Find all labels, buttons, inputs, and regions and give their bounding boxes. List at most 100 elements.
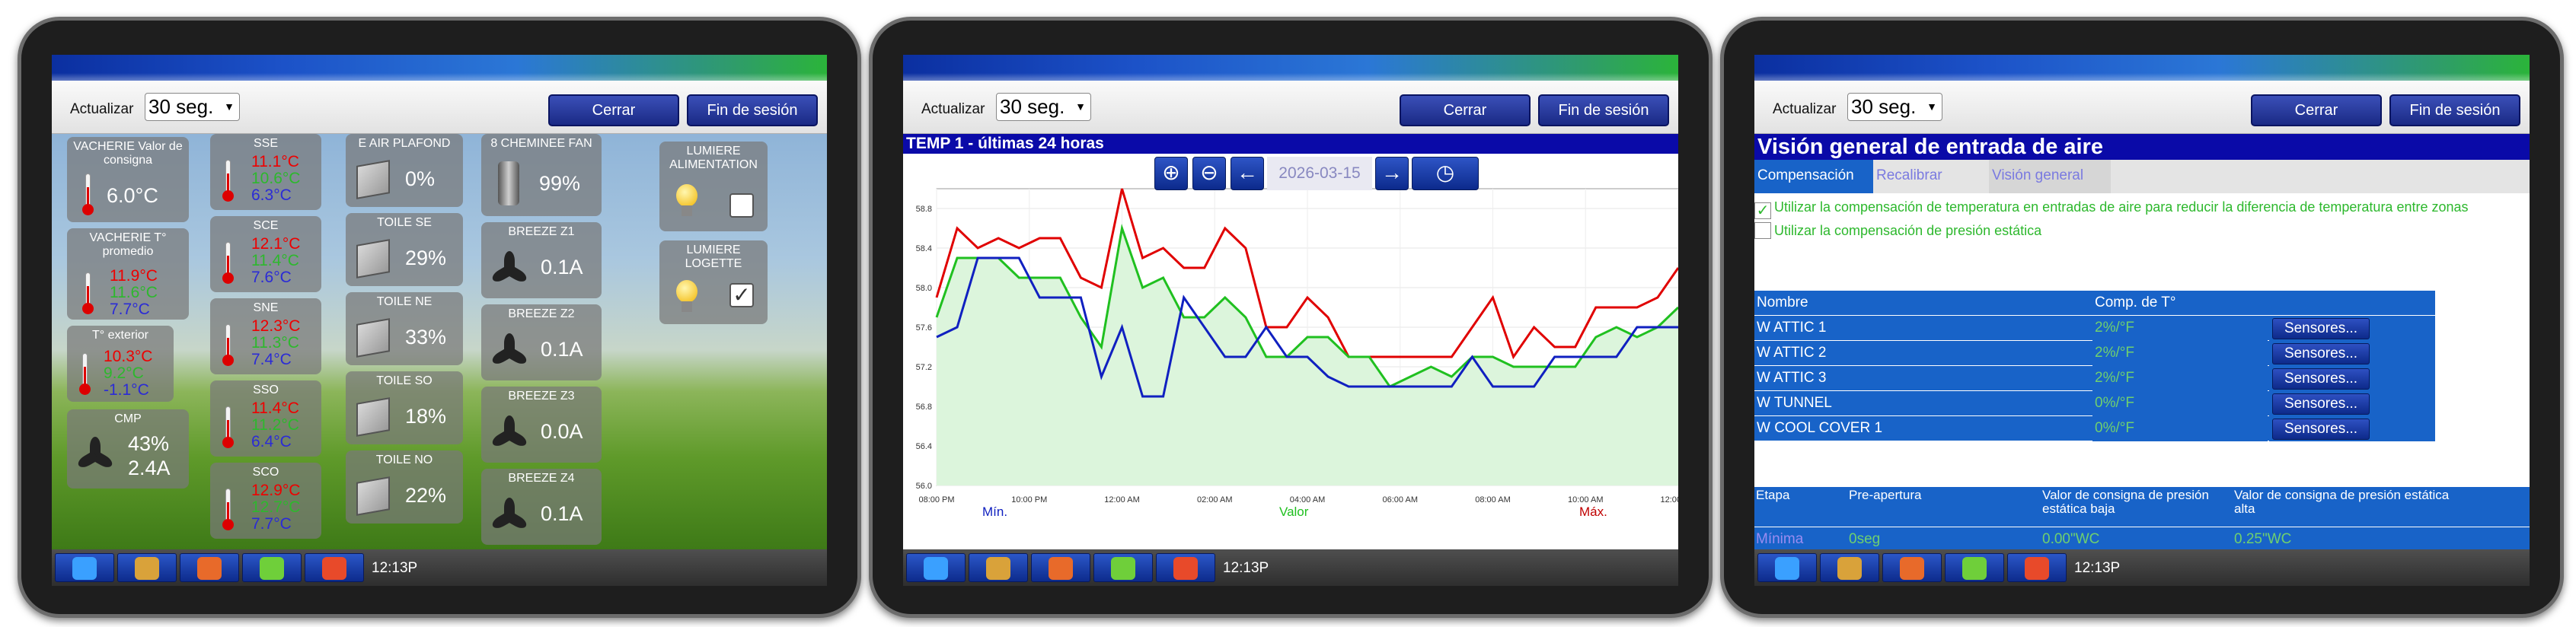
sensors-button[interactable]: Sensores... [2272,318,2370,339]
tile-chimney-fan[interactable]: 8 CHEMINEE FAN 99% [481,134,602,216]
low-pressure-setpoint: 0.00"WC [2042,531,2100,547]
sensors-button[interactable]: Sensores... [2272,343,2370,364]
sensors-button[interactable]: Sensores... [2272,393,2370,415]
max-temp: 10.3°C [104,348,153,365]
table-row: W ATTIC 2 2%/°F Sensores... [1754,341,2435,366]
stage-name[interactable]: Mínima [1756,527,1847,551]
taskbar-button-lifebuoy[interactable] [1031,553,1090,582]
tile-inlet-3[interactable]: TOILE SO 18% [346,371,463,444]
zoom-out-icon[interactable]: ⊖ [1192,157,1226,190]
alarm-light-icon [2025,557,2049,580]
tile-title: E AIR PLAFOND [358,137,451,150]
tile-breeze-2[interactable]: BREEZE Z2 0.1A [481,304,602,380]
taskbar-button-recycle[interactable] [1945,553,2004,582]
y-tick-label: 58.8 [916,205,932,214]
logout-button[interactable]: Fin de sesión [2389,94,2520,126]
tile-light-lodge[interactable]: LUMIERE LOGETTE ✓ [659,240,768,324]
thermometer-icon [82,173,94,216]
tile-title: SCE [253,219,279,232]
close-button[interactable]: Cerrar [2251,94,2382,126]
taskbar-button-house[interactable] [117,553,177,582]
tile-light-feed[interactable]: LUMIERE ALIMENTATION [659,142,768,231]
taskbar-button-house[interactable] [1820,553,1879,582]
logout-button[interactable]: Fin de sesión [1538,94,1669,126]
max-temp: 12.3°C [251,317,301,335]
min-temp: 7.7°C [110,301,150,318]
tab-recalibrate[interactable]: Recalibrar [1873,160,1989,193]
taskbar-button-back-arrow[interactable] [55,553,114,582]
refresh-select[interactable]: 30 seg. ▼ [145,93,240,121]
tile-title: VACHERIE T° promedio [89,231,167,258]
sensors-cell: Sensores... [2269,391,2435,416]
tab-compensation[interactable]: Compensación [1754,160,1873,193]
taskbar-button-alarm-light[interactable] [2007,553,2067,582]
tile-zone-sco[interactable]: SCO 12.9°C 12.7°C 7.7°C [210,463,321,539]
taskbar-button-lifebuoy[interactable] [1882,553,1942,582]
tile-vacherie-setpoint[interactable]: VACHERIE Valor de consigna 6.0°C [67,137,189,222]
y-tick-label: 58.0 [916,284,932,293]
stage-table-header: Etapa Pre-apertura Valor de consigna de … [1754,487,2530,527]
taskbar-button-recycle[interactable] [242,553,302,582]
tile-breeze-3[interactable]: BREEZE Z3 0.0A [481,387,602,463]
option-temperature-compensation[interactable]: ✓ Utilizar la compensación de temperatura… [1754,199,2530,219]
taskbar-button-back-arrow[interactable] [906,553,966,582]
tile-inlet-1[interactable]: TOILE SE 29% [346,213,463,286]
taskbar-button-recycle[interactable] [1093,553,1153,582]
tile-inlet-2[interactable]: TOILE NE 33% [346,292,463,365]
taskbar-button-alarm-light[interactable] [1156,553,1215,582]
max-temp: 11.9°C [110,267,158,285]
screen-air-inlets: Actualizar 30 seg. ▼ Cerrar Fin de sesión… [1754,55,2530,586]
tile-zone-sce[interactable]: SCE 12.1°C 11.4°C 7.6°C [210,216,321,292]
close-button[interactable]: Cerrar [548,94,679,126]
zoom-in-icon[interactable]: ⊕ [1154,157,1188,190]
taskbar-button-alarm-light[interactable] [305,553,364,582]
column-header: Valor de consigna de presión estática ba… [2042,488,2209,516]
refresh-select[interactable]: 30 seg. ▼ [1847,93,1942,121]
sensors-button[interactable]: Sensores... [2272,368,2370,390]
taskbar-button-house[interactable] [969,553,1028,582]
light-lodge-checkbox[interactable]: ✓ [729,283,754,307]
close-button[interactable]: Cerrar [1400,94,1531,126]
inlet-compensation: 0%/°F [2092,416,2268,441]
arrow-left-icon[interactable]: ← [1231,157,1264,190]
temperature-values: 11.1°C 10.6°C 6.3°C [251,154,300,204]
tab-overview[interactable]: Visión general [1989,160,2111,193]
thermometer-icon [222,324,234,367]
min-temp: 6.4°C [251,433,292,450]
arrow-right-icon[interactable]: → [1375,157,1409,190]
toolbar: Actualizar 30 seg. ▼ Cerrar Fin de sesión [903,81,1678,134]
house-icon [135,557,159,580]
taskbar-button-back-arrow[interactable] [1757,553,1817,582]
chevron-down-icon: ▼ [1075,100,1086,113]
chart-date[interactable]: 2026-03-15 [1267,157,1372,190]
option-static-pressure[interactable]: Utilizar la compensación de presión está… [1754,222,2530,239]
light-feed-checkbox[interactable] [729,193,754,218]
checkbox-checked[interactable]: ✓ [1754,202,1771,219]
tile-cmp[interactable]: CMP 43% 2.4A [67,409,189,489]
top-banner [1754,55,2530,81]
avg-temp: 10.6°C [251,170,301,187]
tile-vacherie-average[interactable]: VACHERIE T° promedio 11.9°C 11.6°C 7.7°C [67,228,189,320]
logout-button[interactable]: Fin de sesión [687,94,818,126]
tile-breeze-4[interactable]: BREEZE Z4 0.1A [481,469,602,545]
legend-label: Mín. [982,504,1007,519]
tile-exterior[interactable]: T° exterior 10.3°C 9.2°C -1.1°C [67,326,174,402]
refresh-value: 30 seg. [1851,95,1917,118]
tile-zone-sse[interactable]: SSE 11.1°C 10.6°C 6.3°C [210,134,321,210]
legend-label: Valor [1279,504,1309,519]
refresh-select[interactable]: 30 seg. ▼ [996,93,1091,121]
tile-inlet-0[interactable]: E AIR PLAFOND 0% [346,134,463,207]
tile-zone-sne[interactable]: SNE 12.3°C 11.3°C 7.4°C [210,298,321,374]
breeze-current: 0.1A [541,502,583,525]
tile-inlet-4[interactable]: TOILE NO 22% [346,450,463,524]
taskbar-button-lifebuoy[interactable] [180,553,239,582]
tile-breeze-1[interactable]: BREEZE Z1 0.1A [481,222,602,298]
tile-zone-sso[interactable]: SSO 11.4°C 11.2°C 6.4°C [210,380,321,457]
screen-chart: Actualizar 30 seg. ▼ Cerrar Fin de sesión… [903,55,1678,586]
air-inlet-icon [356,318,390,358]
thermometer-icon [82,272,94,315]
checkbox-unchecked[interactable] [1754,222,1771,239]
temperature-values: 11.9°C 11.6°C 7.7°C [110,268,158,318]
clock-icon[interactable]: ◷ [1412,157,1479,190]
sensors-button[interactable]: Sensores... [2272,419,2370,440]
